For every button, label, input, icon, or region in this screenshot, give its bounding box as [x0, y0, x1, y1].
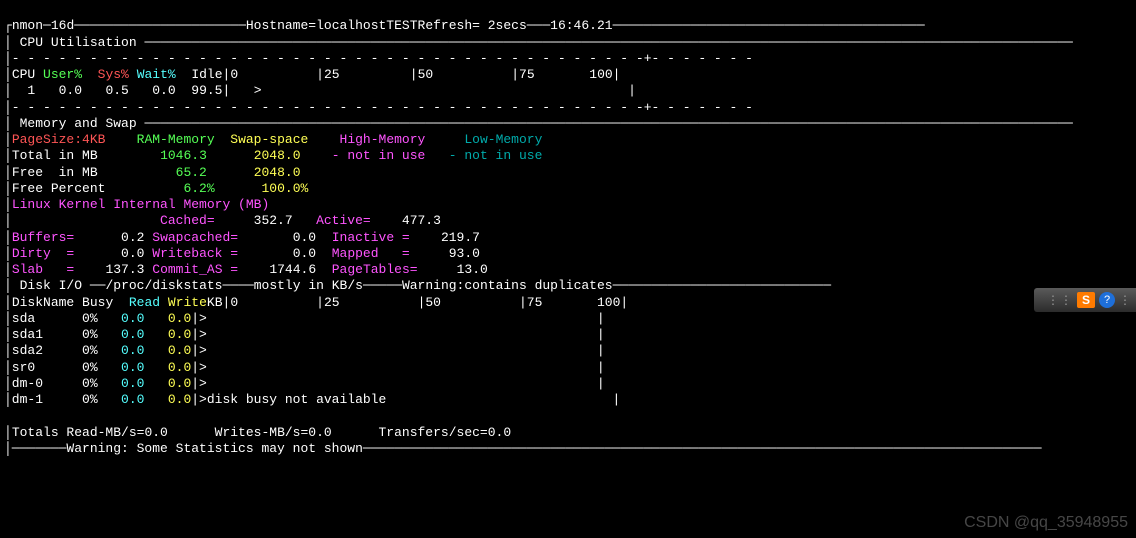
drag-handle-icon[interactable]: ⋮⋮ [1047, 293, 1073, 307]
disk-rows-container: │sda 0% 0.0 0.0|> |│sda1 0% 0.0 0.0|> |│… [4, 311, 1132, 409]
mem-total: │Total in MB 1046.3 2048.0 - not in use … [4, 148, 542, 163]
mem-headers: │PageSize:4KB RAM-Memory Swap-space High… [4, 132, 542, 147]
cpu-title: │ CPU Utilisation ──────────────────────… [4, 35, 1073, 50]
mem-title: │ Memory and Swap ──────────────────────… [4, 116, 1073, 131]
disk-totals: │Totals Read-MB/s=0.0 Writes-MB/s=0.0 Tr… [4, 425, 511, 440]
disk-row: │sda2 0% 0.0 0.0|> | [4, 343, 1132, 359]
disk-title: │ Disk I/O ──/proc/diskstats────mostly i… [4, 278, 831, 293]
mem-k-row3: │Dirty = 0.0 Writeback = 0.0 Mapped = 93… [4, 246, 480, 261]
mem-k-row2: │Buffers= 0.2 Swapcached= 0.0 Inactive =… [4, 230, 480, 245]
bottom-line: │───────Warning: Some Statistics may not… [4, 441, 1042, 456]
disk-row: │sda1 0% 0.0 0.0|> | [4, 327, 1132, 343]
disk-row: │dm-0 0% 0.0 0.0|> | [4, 376, 1132, 392]
mem-freep: │Free Percent 6.2% 100.0% [4, 181, 308, 196]
mem-k-row4: │Slab = 137.3 Commit_AS = 1744.6 PageTab… [4, 262, 488, 277]
watermark: CSDN @qq_35948955 [964, 514, 1128, 532]
cpu-divider2: │- - - - - - - - - - - - - - - - - - - -… [4, 100, 753, 115]
s-icon[interactable]: S [1077, 292, 1095, 308]
disk-row: │dm-1 0% 0.0 0.0|>disk busy not availabl… [4, 392, 1132, 408]
mem-free: │Free in MB 65.2 2048.0 [4, 165, 301, 180]
mem-kernel-hdr: │Linux Kernel Internal Memory (MB) [4, 197, 269, 212]
mem-k-row1: │ Cached= 352.7 Active= 477.3 [4, 213, 441, 228]
disk-row: │sr0 0% 0.0 0.0|> | [4, 360, 1132, 376]
disk-row: │sda 0% 0.0 0.0|> | [4, 311, 1132, 327]
ime-toolbar[interactable]: ⋮⋮ S ? ⋮ [1034, 288, 1136, 312]
disk-cols: │DiskName Busy Read WriteKB|0 |25 |50 |7… [4, 295, 628, 310]
cpu-row: │ 1 0.0 0.5 0.0 99.5| > | [4, 83, 636, 98]
cpu-cols: │CPU User% Sys% Wait% Idle|0 |25 |50 |75… [4, 67, 620, 82]
help-icon[interactable]: ? [1099, 292, 1115, 308]
header-line: ┌nmon─16d──────────────────────Hostname=… [4, 18, 925, 33]
menu-icon[interactable]: ⋮ [1119, 293, 1132, 307]
terminal-screen: ┌nmon─16d──────────────────────Hostname=… [0, 0, 1136, 459]
cpu-divider: │- - - - - - - - - - - - - - - - - - - -… [4, 51, 753, 66]
